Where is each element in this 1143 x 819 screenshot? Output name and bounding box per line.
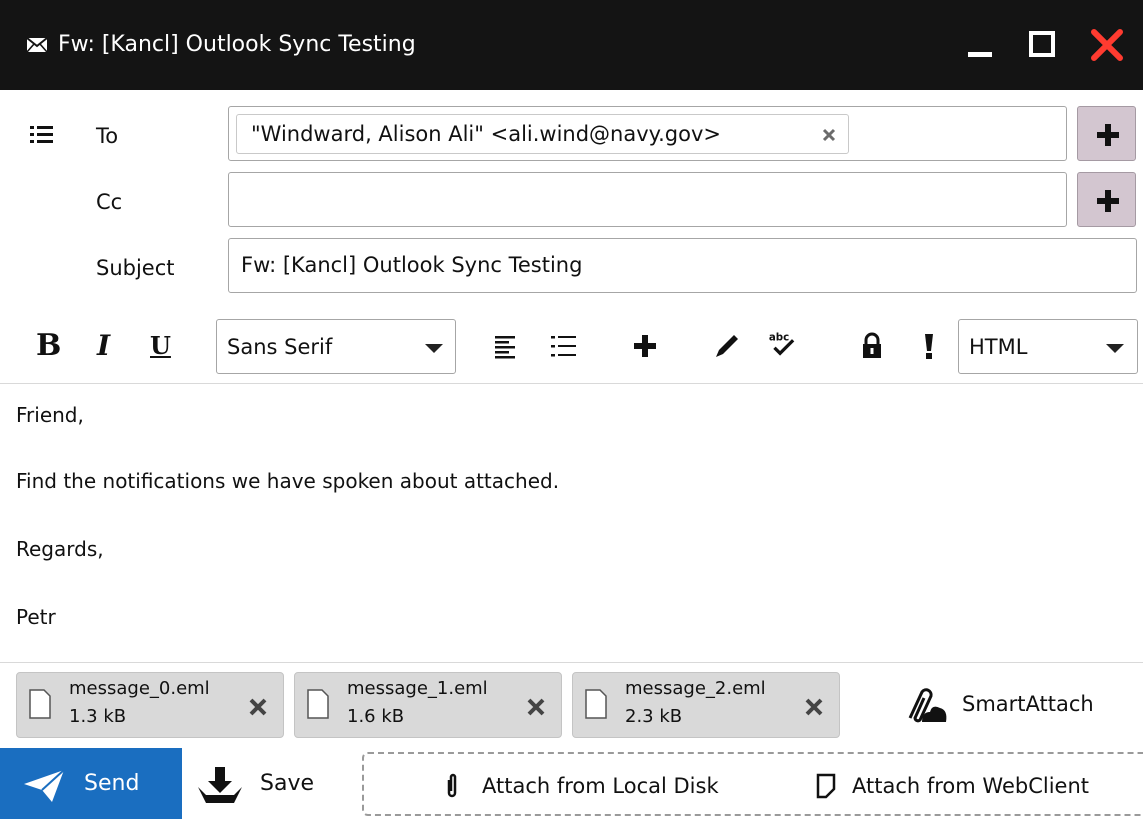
document-icon: [29, 689, 51, 719]
attachment-drop-zone[interactable]: Attach from Local Disk Attach from WebCl…: [362, 752, 1143, 816]
minimize-icon: [968, 52, 992, 57]
font-family-value: Sans Serif: [227, 335, 333, 359]
window-title: Fw: [Kancl] Outlook Sync Testing: [58, 32, 416, 57]
insert-plus-icon[interactable]: [630, 332, 660, 360]
attachment-size: 2.3 kB: [625, 706, 683, 727]
to-field[interactable]: "Windward, Alison Ali" <ali.wind@navy.go…: [228, 106, 1067, 161]
file-icon: [816, 773, 836, 799]
bold-button[interactable]: B: [36, 320, 61, 372]
subject-label: Subject: [96, 256, 175, 280]
attachment-size: 1.3 kB: [69, 706, 127, 727]
document-icon: [307, 689, 329, 719]
add-to-recipient-button[interactable]: [1077, 106, 1136, 161]
contact-list-icon[interactable]: [30, 124, 54, 146]
underline-button[interactable]: U: [150, 320, 171, 372]
format-select[interactable]: HTML: [958, 319, 1138, 374]
body-line: Friend,: [16, 403, 84, 427]
body-line: Find the notifications we have spoken ab…: [16, 469, 560, 493]
attachment-item[interactable]: message_0.eml 1.3 kB: [16, 672, 284, 738]
priority-icon[interactable]: [914, 332, 944, 360]
smart-attach-button[interactable]: SmartAttach: [898, 680, 1128, 730]
close-icon: [1091, 29, 1123, 61]
attachment-name: message_2.eml: [625, 678, 766, 699]
body-line: Petr: [16, 605, 56, 629]
maximize-icon: [1029, 31, 1055, 57]
attach-local-disk-button[interactable]: Attach from Local Disk: [444, 770, 774, 802]
close-button[interactable]: [1084, 22, 1130, 68]
recipient-chip[interactable]: "Windward, Alison Ali" <ali.wind@navy.go…: [236, 114, 849, 154]
align-left-icon[interactable]: [492, 332, 522, 360]
attach-webclient-label: Attach from WebClient: [852, 774, 1089, 798]
save-button[interactable]: Save: [182, 748, 352, 819]
remove-attachment-icon[interactable]: [804, 697, 824, 717]
pencil-icon[interactable]: [712, 332, 742, 360]
subject-value: Fw: [Kancl] Outlook Sync Testing: [241, 253, 583, 277]
lock-icon[interactable]: [857, 332, 887, 360]
to-label: To: [96, 124, 119, 148]
attach-webclient-button[interactable]: Attach from WebClient: [816, 770, 1141, 802]
remove-attachment-icon[interactable]: [248, 697, 268, 717]
add-cc-recipient-button[interactable]: [1077, 172, 1136, 227]
attachment-size: 1.6 kB: [347, 706, 405, 727]
svg-text:abc: abc: [769, 331, 789, 343]
font-family-select[interactable]: Sans Serif: [216, 319, 456, 374]
recipient-chip-text: "Windward, Alison Ali" <ali.wind@navy.go…: [251, 122, 721, 146]
remove-attachment-icon[interactable]: [526, 697, 546, 717]
spellcheck-icon[interactable]: abc: [766, 330, 796, 358]
minimize-button[interactable]: [958, 22, 1004, 68]
download-icon: [198, 767, 242, 803]
smart-attach-icon: [908, 688, 947, 723]
chevron-down-icon: [1106, 344, 1124, 353]
cc-label: Cc: [96, 190, 123, 214]
send-button[interactable]: Send: [0, 748, 182, 819]
attachment-name: message_0.eml: [69, 678, 210, 699]
cc-field[interactable]: [228, 172, 1067, 227]
attachment-name: message_1.eml: [347, 678, 488, 699]
remove-recipient-icon[interactable]: [821, 127, 837, 143]
paperclip-icon: [447, 773, 457, 798]
message-body[interactable]: Friend, Find the notifications we have s…: [0, 384, 1143, 662]
document-icon: [585, 689, 607, 719]
body-divider: [0, 662, 1143, 663]
plus-icon: [1097, 124, 1119, 146]
title-bar: Fw: [Kancl] Outlook Sync Testing: [0, 0, 1143, 90]
plus-icon: [1097, 190, 1119, 212]
save-label: Save: [260, 771, 315, 796]
italic-button[interactable]: I: [97, 320, 110, 372]
attachment-item[interactable]: message_1.eml 1.6 kB: [294, 672, 562, 738]
format-value: HTML: [969, 335, 1028, 359]
attachment-item[interactable]: message_2.eml 2.3 kB: [572, 672, 840, 738]
subject-field[interactable]: Fw: [Kancl] Outlook Sync Testing: [228, 238, 1137, 293]
chevron-down-icon: [425, 344, 443, 353]
bullet-list-icon[interactable]: [549, 332, 579, 360]
body-line: Regards,: [16, 537, 104, 561]
send-icon: [24, 769, 65, 802]
envelope-icon: [26, 37, 48, 53]
smart-attach-label: SmartAttach: [962, 692, 1094, 716]
attach-local-disk-label: Attach from Local Disk: [482, 774, 719, 798]
maximize-button[interactable]: [1020, 22, 1066, 68]
send-label: Send: [84, 771, 140, 796]
